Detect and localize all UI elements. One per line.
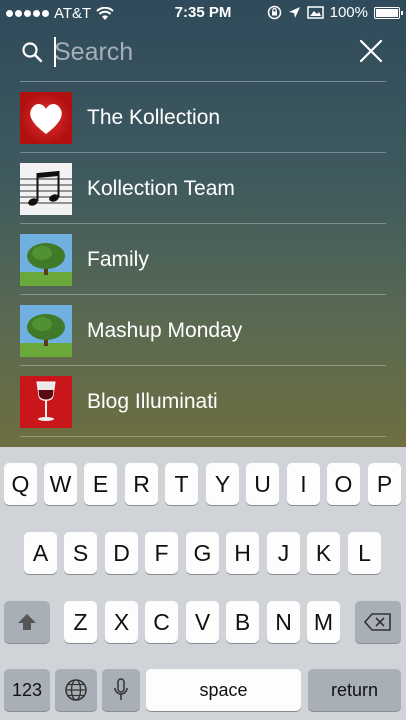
dictation-key[interactable] [102, 669, 140, 711]
tree-icon [20, 305, 72, 357]
list-item-label: The Kollection [87, 106, 221, 129]
globe-key[interactable] [55, 669, 97, 711]
microphone-icon [114, 678, 128, 700]
key-g[interactable]: G [186, 532, 219, 574]
shift-icon [18, 614, 36, 630]
key-z[interactable]: Z [64, 601, 97, 643]
status-bar: AT&T 7:35 PM 100% [0, 0, 406, 28]
return-key[interactable]: return [308, 669, 401, 711]
heart-icon [20, 92, 72, 144]
space-key[interactable]: space [146, 669, 301, 711]
list-item-label: Mashup Monday [87, 319, 243, 342]
key-j[interactable]: J [267, 532, 300, 574]
key-q[interactable]: Q [4, 463, 37, 505]
battery-icon [374, 6, 403, 19]
delete-icon [364, 613, 391, 631]
list-item[interactable]: Blog Illuminati [20, 366, 386, 437]
key-h[interactable]: H [226, 532, 259, 574]
text-cursor [54, 37, 56, 67]
list-item-label: Blog Illuminati [87, 390, 218, 413]
key-l[interactable]: L [348, 532, 381, 574]
list-item-label: Family [87, 248, 149, 271]
list-item[interactable]: Mashup Monday [20, 295, 386, 366]
list-item-label: Kollection Team [87, 177, 235, 200]
search-icon [22, 42, 43, 63]
key-w[interactable]: W [44, 463, 77, 505]
key-m[interactable]: M [307, 601, 340, 643]
battery-percent: 100% [329, 4, 368, 21]
list-item[interactable]: The Kollection [20, 82, 386, 153]
location-arrow-icon [288, 7, 300, 18]
search-input[interactable] [54, 34, 334, 70]
key-r[interactable]: R [125, 463, 158, 505]
list-item[interactable]: Kollection Team [20, 153, 386, 224]
list-item[interactable]: Family [20, 224, 386, 295]
key-p[interactable]: P [368, 463, 401, 505]
rotation-lock-icon [267, 5, 281, 20]
key-v[interactable]: V [186, 601, 219, 643]
wine-glass-icon [20, 376, 72, 428]
shift-key[interactable] [4, 601, 50, 643]
key-d[interactable]: D [105, 532, 138, 574]
close-icon[interactable] [358, 38, 384, 64]
key-s[interactable]: S [64, 532, 97, 574]
key-t[interactable]: T [165, 463, 198, 505]
delete-key[interactable] [355, 601, 401, 643]
key-e[interactable]: E [84, 463, 117, 505]
key-c[interactable]: C [145, 601, 178, 643]
tree-icon [20, 234, 72, 286]
key-n[interactable]: N [267, 601, 300, 643]
search-bar [0, 28, 406, 76]
key-i[interactable]: I [287, 463, 320, 505]
numbers-key[interactable]: 123 [4, 669, 50, 711]
music-notes-icon [20, 163, 72, 215]
key-k[interactable]: K [307, 532, 340, 574]
globe-icon [65, 679, 87, 701]
result-list: The Kollection Kollection Team Family Ma… [0, 82, 406, 437]
key-y[interactable]: Y [206, 463, 239, 505]
photo-icon [306, 6, 324, 19]
key-a[interactable]: A [24, 532, 57, 574]
key-f[interactable]: F [145, 532, 178, 574]
key-u[interactable]: U [246, 463, 279, 505]
key-b[interactable]: B [226, 601, 259, 643]
key-o[interactable]: O [327, 463, 360, 505]
status-right: 100% [267, 4, 403, 21]
key-x[interactable]: X [105, 601, 138, 643]
keyboard: Q W E R T Y U I O P A S D F G H J K L Z … [0, 447, 406, 720]
